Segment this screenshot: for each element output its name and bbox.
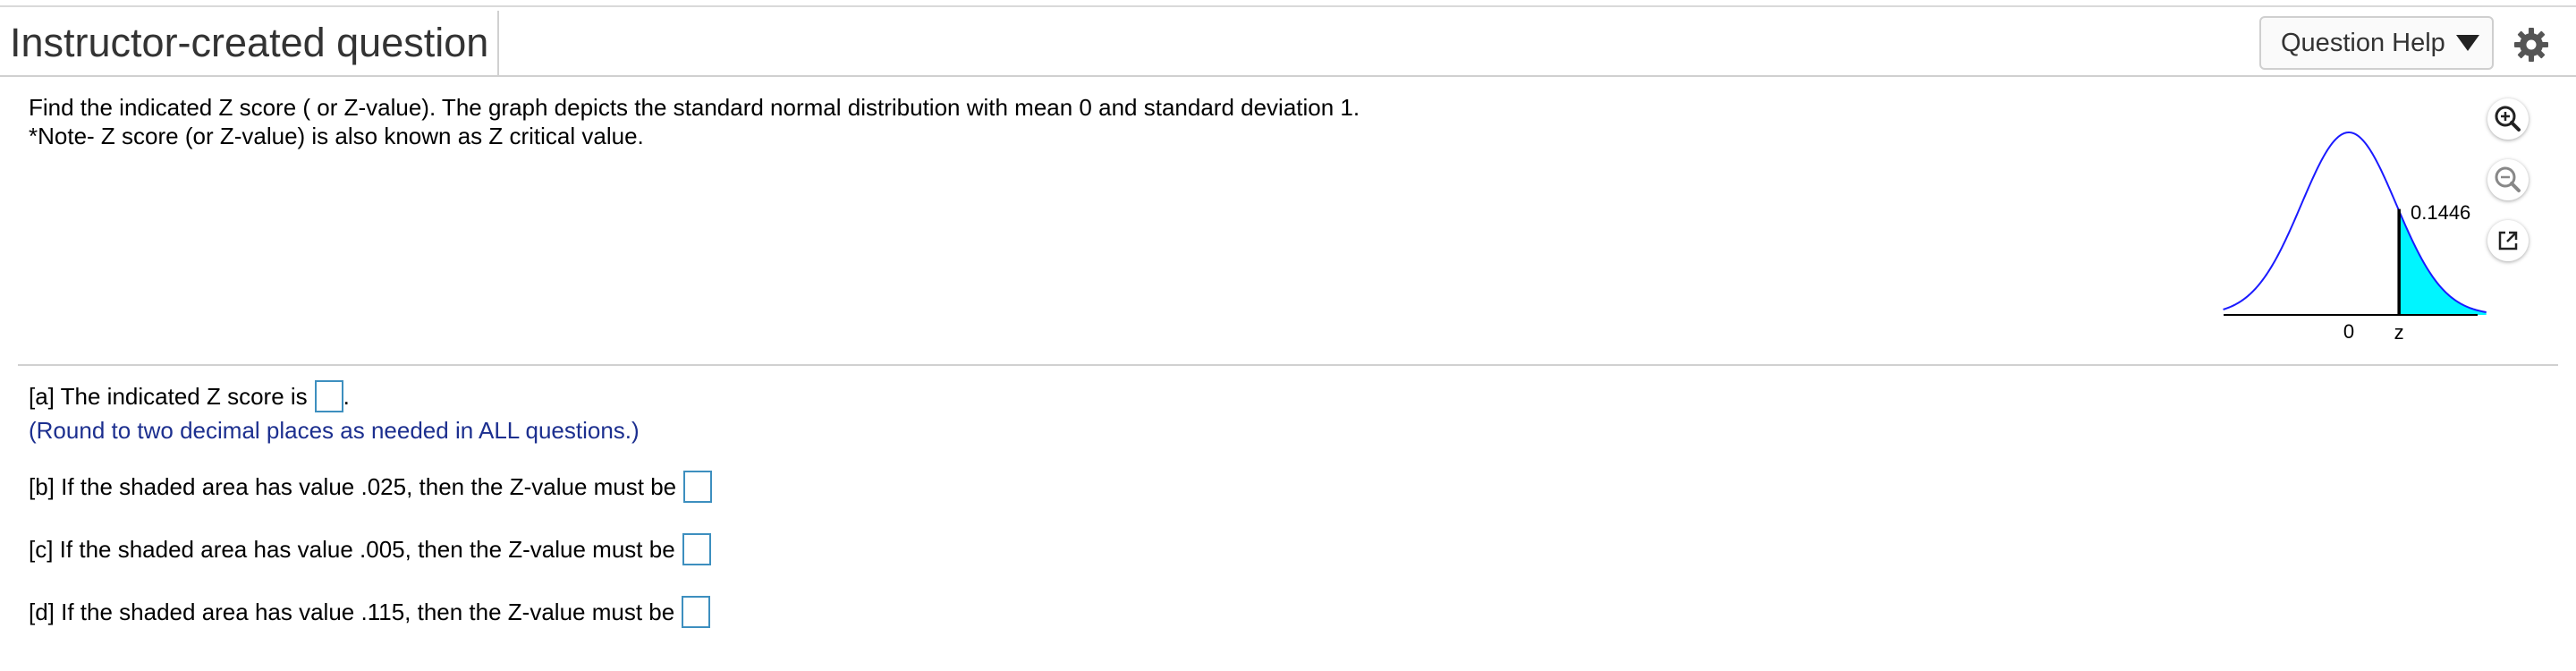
problem-note: *Note- Z score (or Z-value) is also know… bbox=[29, 123, 644, 149]
question-help-label: Question Help bbox=[2281, 28, 2445, 57]
answer-box-c[interactable] bbox=[682, 533, 711, 565]
question-d: [d] If the shaded area has value .115, t… bbox=[29, 596, 711, 628]
popout-button[interactable] bbox=[2487, 220, 2529, 261]
normal-distribution-graph: 0.1446 0 z bbox=[2209, 116, 2487, 349]
zoom-out-button[interactable] bbox=[2487, 159, 2529, 200]
header-divider-bottom bbox=[0, 75, 2576, 77]
question-page: Instructor-created question Question Hel… bbox=[0, 0, 2576, 671]
gear-icon[interactable] bbox=[2513, 27, 2549, 63]
rounding-note: (Round to two decimal places as needed i… bbox=[29, 417, 640, 444]
area-label: 0.1446 bbox=[2411, 201, 2470, 224]
section-separator bbox=[18, 364, 2558, 366]
answer-box-d[interactable] bbox=[682, 596, 711, 628]
caret-down-icon bbox=[2455, 35, 2479, 51]
zoom-out-icon bbox=[2495, 166, 2521, 192]
answer-box-a[interactable] bbox=[314, 380, 343, 412]
mean-label: 0 bbox=[2343, 320, 2354, 343]
zoom-in-icon bbox=[2495, 106, 2521, 132]
question-c: [c] If the shaded area has value .005, t… bbox=[29, 533, 711, 565]
popout-icon bbox=[2498, 231, 2518, 251]
problem-statement: Find the indicated Z score ( or Z-value)… bbox=[29, 94, 1360, 121]
z-label: z bbox=[2394, 321, 2404, 344]
question-c-text: [c] If the shaded area has value .005, t… bbox=[29, 535, 675, 563]
question-d-text: [d] If the shaded area has value .115, t… bbox=[29, 598, 675, 625]
question-a-period: . bbox=[343, 382, 350, 410]
question-header: Instructor-created question Question Hel… bbox=[0, 7, 2576, 75]
question-b: [b] If the shaded area has value .025, t… bbox=[29, 471, 713, 503]
answer-box-b[interactable] bbox=[683, 471, 713, 503]
header-divider bbox=[497, 11, 499, 75]
question-a-text: [a] The indicated Z score is bbox=[29, 382, 308, 410]
question-b-text: [b] If the shaded area has value .025, t… bbox=[29, 472, 677, 500]
question-title: Instructor-created question bbox=[10, 20, 489, 65]
question-a: [a] The indicated Z score is . bbox=[29, 380, 350, 412]
shaded-area bbox=[2399, 210, 2487, 315]
question-help-button[interactable]: Question Help bbox=[2259, 16, 2494, 70]
zoom-in-button[interactable] bbox=[2487, 98, 2529, 140]
